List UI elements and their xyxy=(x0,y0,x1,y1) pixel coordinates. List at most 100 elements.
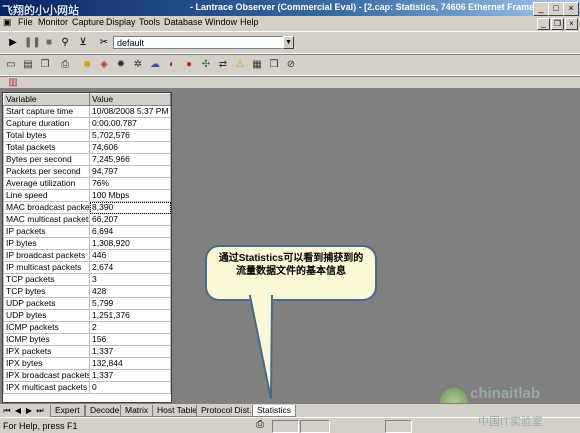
mdi-restore-button[interactable]: ❐ xyxy=(551,18,564,30)
new-icon[interactable]: ▭ xyxy=(4,58,18,72)
app-icon[interactable]: ▣ xyxy=(3,17,12,28)
stop-icon[interactable]: ■ xyxy=(42,36,56,50)
statistics-table: Variable Value Start capture time 10/08/2… xyxy=(2,92,172,403)
menu-file[interactable]: File xyxy=(18,17,33,27)
tab-prev-icon[interactable]: ◀ xyxy=(13,406,23,416)
status-panel-1 xyxy=(272,420,299,433)
variable-cell: IPX broadcast packets xyxy=(3,369,90,382)
pause-icon[interactable]: ❚❚ xyxy=(24,36,41,50)
tab-expert[interactable]: Expert xyxy=(50,405,85,417)
variable-cell: Capture duration xyxy=(3,117,90,130)
value-cell: 428 xyxy=(89,285,171,298)
table-row[interactable]: Line speed 100 Mbps xyxy=(3,189,171,202)
variable-cell: IP broadcast packets xyxy=(3,249,90,262)
tab-next-icon[interactable]: ▶ xyxy=(24,406,34,416)
gear-icon[interactable]: ✲ xyxy=(131,58,145,72)
table-row[interactable]: IP bytes 1,308,920 xyxy=(3,237,171,250)
variable-cell: Total packets xyxy=(3,141,90,154)
ball-icon[interactable]: ● xyxy=(182,58,196,72)
variable-cell: ICMP bytes xyxy=(3,333,90,346)
table-row[interactable]: MAC broadcast packets 8,390 xyxy=(3,201,171,214)
bars-icon[interactable]: ▦ xyxy=(250,58,264,72)
smiley-icon[interactable]: ☻ xyxy=(80,58,94,72)
toolbar-stats: ▥ xyxy=(0,75,580,89)
table-row[interactable]: ICMP packets 2 xyxy=(3,321,171,334)
table-row[interactable]: Total packets 74,606 xyxy=(3,141,171,154)
column-header-variable[interactable]: Variable xyxy=(3,93,90,106)
table-row[interactable]: Capture duration 0:00:00.787 xyxy=(3,117,171,130)
no-icon[interactable]: ⊘ xyxy=(284,58,298,72)
column-header-value[interactable]: Value xyxy=(89,93,171,106)
table-row[interactable]: IPX multicast packets 0 xyxy=(3,381,171,394)
tools-icon[interactable]: ✂ xyxy=(97,36,111,50)
variable-cell: IPX packets xyxy=(3,345,90,358)
table-row[interactable]: IP multicast packets 2,674 xyxy=(3,261,171,274)
table-row[interactable]: Bytes per second 7,245,966 xyxy=(3,153,171,166)
annotation-text: 通过Statistics可以看到捕获到的流量数据文件的基本信息 xyxy=(218,253,364,277)
menu-window[interactable]: Window xyxy=(205,17,237,27)
print-icon[interactable]: ⎙ xyxy=(58,58,72,72)
tab-first-icon[interactable]: ⏮ xyxy=(2,406,12,416)
tab-last-icon[interactable]: ⏭ xyxy=(35,406,45,416)
tab-matrix[interactable]: Matrix xyxy=(120,405,154,417)
table-row[interactable]: ICMP bytes 156 xyxy=(3,333,171,346)
menu-tools[interactable]: Tools xyxy=(139,17,160,27)
variable-cell: Start capture time xyxy=(3,105,90,118)
table-row[interactable]: TCP bytes 428 xyxy=(3,285,171,298)
bomb-icon[interactable]: ✹ xyxy=(114,58,128,72)
tab-host-table[interactable]: Host Table xyxy=(152,405,203,417)
status-panel-2 xyxy=(300,420,330,433)
variable-cell: Average utilization xyxy=(3,177,90,190)
binoculars-icon[interactable]: ⚲ xyxy=(58,36,72,50)
menu-display[interactable]: Display xyxy=(106,17,136,27)
play-icon[interactable]: ▶ xyxy=(6,36,20,50)
maximize-button[interactable]: □ xyxy=(548,2,564,16)
menu-bar: ▣ File Monitor Capture Display Tools Dat… xyxy=(0,16,580,30)
book-icon[interactable]: ❒ xyxy=(267,58,281,72)
save-icon[interactable]: ▤ xyxy=(21,58,35,72)
table-row[interactable]: Packets per second 94,797 xyxy=(3,165,171,178)
table-row[interactable]: IP packets 6,694 xyxy=(3,225,171,238)
menu-help[interactable]: Help xyxy=(240,17,259,27)
warning-icon[interactable]: ⚠ xyxy=(233,58,247,72)
tab-statistics[interactable]: Statistics xyxy=(252,405,297,417)
title-bar: 飞翔的小小网站 - Lantrace Observer (Commercial … xyxy=(0,0,580,17)
table-row[interactable]: IPX bytes 132,844 xyxy=(3,357,171,370)
callout-pointer xyxy=(248,294,274,400)
toolbar-capture: ▶ ❚❚ ■ ⚲ ⊻ ✂ default ▼ xyxy=(0,31,580,55)
table-row[interactable]: Start capture time 10/08/2008 5:37 PM xyxy=(3,105,171,118)
value-cell: 156 xyxy=(89,333,171,346)
table-row[interactable]: UDP packets 5,799 xyxy=(3,297,171,310)
minimize-button[interactable]: _ xyxy=(533,2,549,16)
globe-icon[interactable]: ◐ xyxy=(165,58,179,72)
filter-icon[interactable]: ⊻ xyxy=(76,36,90,50)
table-row[interactable]: IPX broadcast packets 1,337 xyxy=(3,369,171,382)
table-row[interactable]: MAC multicast packets 66,207 xyxy=(3,213,171,226)
table-row[interactable]: Total bytes 5,702,576 xyxy=(3,129,171,142)
menu-monitor[interactable]: Monitor xyxy=(38,17,68,27)
status-bar: For Help, press F1 ⎙ 中国IT实验室 xyxy=(0,416,580,433)
nodes-icon[interactable]: ✣ xyxy=(199,58,213,72)
chevron-down-icon[interactable]: ▼ xyxy=(283,36,294,49)
table-row[interactable]: IP broadcast packets 446 xyxy=(3,249,171,262)
copy-icon[interactable]: ❐ xyxy=(38,58,52,72)
tab-decode[interactable]: Decode xyxy=(85,405,125,417)
table-row[interactable]: UDP bytes 1,251,376 xyxy=(3,309,171,322)
arrows-icon[interactable]: ⇄ xyxy=(216,58,230,72)
tab-protocol-dist[interactable]: Protocol Dist. xyxy=(196,405,257,417)
variable-cell: ICMP packets xyxy=(3,321,90,334)
menu-database[interactable]: Database xyxy=(164,17,203,27)
profile-select[interactable]: default xyxy=(113,36,293,49)
chart-icon[interactable]: ◈ xyxy=(97,58,111,72)
value-cell: 5,702,576 xyxy=(89,129,171,142)
variable-cell: Total bytes xyxy=(3,129,90,142)
mdi-minimize-button[interactable]: _ xyxy=(537,18,550,30)
variable-cell: Line speed xyxy=(3,189,90,202)
table-row[interactable]: Average utilization 76% xyxy=(3,177,171,190)
table-row[interactable]: TCP packets 3 xyxy=(3,273,171,286)
cloud-icon[interactable]: ☁ xyxy=(148,58,162,72)
table-row[interactable]: IPX packets 1,337 xyxy=(3,345,171,358)
mdi-close-button[interactable]: × xyxy=(565,18,578,30)
menu-capture[interactable]: Capture xyxy=(72,17,104,27)
close-button[interactable]: × xyxy=(563,2,579,16)
